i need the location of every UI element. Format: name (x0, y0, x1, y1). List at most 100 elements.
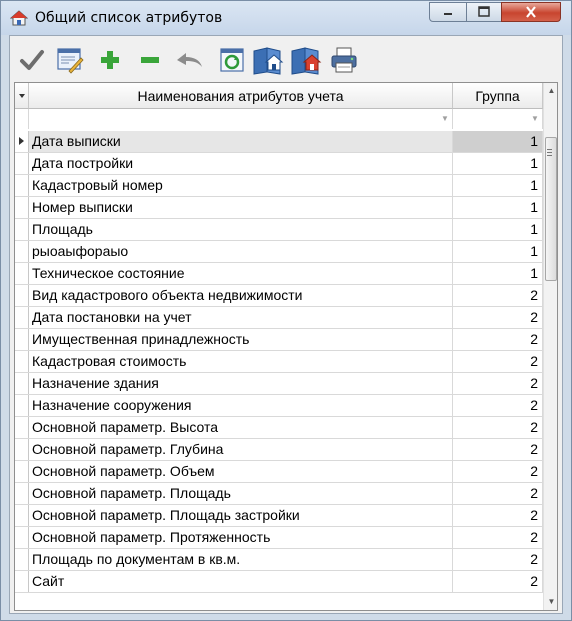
row-indicator[interactable] (15, 395, 29, 416)
cell-group[interactable]: 2 (453, 461, 543, 482)
cell-attribute-name[interactable]: Кадастровая стоимость (29, 351, 453, 372)
table-row[interactable]: Основной параметр. Высота 2 (15, 417, 543, 439)
maximize-button[interactable] (466, 2, 502, 22)
cell-attribute-name[interactable]: Назначение здания (29, 373, 453, 394)
undo-button[interactable] (174, 44, 206, 76)
cell-group[interactable]: 1 (453, 175, 543, 196)
cell-attribute-name[interactable]: Номер выписки (29, 197, 453, 218)
table-row[interactable]: Вид кадастрового объекта недвижимости 2 (15, 285, 543, 307)
filter-name-field[interactable]: ▼ (29, 109, 453, 129)
cell-attribute-name[interactable]: Сайт (29, 571, 453, 592)
cell-group[interactable]: 1 (453, 263, 543, 284)
row-indicator[interactable] (15, 219, 29, 240)
cell-attribute-name[interactable]: Основной параметр. Высота (29, 417, 453, 438)
cell-attribute-name[interactable]: Дата постройки (29, 153, 453, 174)
row-indicator[interactable] (15, 571, 29, 592)
close-button[interactable] (501, 2, 561, 22)
book-export-button[interactable] (252, 44, 284, 76)
scroll-down-icon[interactable]: ▼ (544, 594, 557, 610)
row-indicator[interactable] (15, 505, 29, 526)
cell-attribute-name[interactable]: Основной параметр. Площадь застройки (29, 505, 453, 526)
row-indicator[interactable] (15, 263, 29, 284)
table-row[interactable]: Техническое состояние 1 (15, 263, 543, 285)
row-indicator[interactable] (15, 483, 29, 504)
row-indicator[interactable] (15, 241, 29, 262)
row-indicator[interactable] (15, 197, 29, 218)
row-indicator[interactable] (15, 175, 29, 196)
refresh-button[interactable] (216, 44, 248, 76)
cell-attribute-name[interactable]: Назначение сооружения (29, 395, 453, 416)
cell-group[interactable]: 2 (453, 483, 543, 504)
cell-attribute-name[interactable]: Основной параметр. Глубина (29, 439, 453, 460)
vertical-scrollbar[interactable]: ▲ ▼ (543, 83, 557, 610)
table-row[interactable]: Основной параметр. Площадь 2 (15, 483, 543, 505)
cell-group[interactable]: 2 (453, 549, 543, 570)
cell-group[interactable]: 2 (453, 527, 543, 548)
table-row[interactable]: Номер выписки 1 (15, 197, 543, 219)
row-indicator[interactable] (15, 439, 29, 460)
filter-dropdown-icon[interactable]: ▼ (440, 113, 450, 125)
table-row[interactable]: Кадастровый номер 1 (15, 175, 543, 197)
cell-group[interactable]: 2 (453, 285, 543, 306)
row-indicator[interactable] (15, 131, 29, 152)
cell-group[interactable]: 2 (453, 351, 543, 372)
row-indicator[interactable] (15, 417, 29, 438)
cell-group[interactable]: 2 (453, 439, 543, 460)
cell-attribute-name[interactable]: Основной параметр. Площадь (29, 483, 453, 504)
cell-attribute-name[interactable]: Основной параметр. Протяженность (29, 527, 453, 548)
minimize-button[interactable] (429, 2, 467, 22)
table-row[interactable]: Дата выписки 1 (15, 131, 543, 153)
table-row[interactable]: рыоаыфораыо 1 (15, 241, 543, 263)
cell-group[interactable]: 2 (453, 571, 543, 592)
cell-group[interactable]: 2 (453, 505, 543, 526)
filter-group-field[interactable]: ▼ (453, 109, 543, 129)
column-header-name[interactable]: Наименования атрибутов учета (29, 83, 453, 109)
print-button[interactable] (328, 44, 360, 76)
cell-group[interactable]: 1 (453, 241, 543, 262)
cell-group[interactable]: 2 (453, 417, 543, 438)
row-indicator[interactable] (15, 527, 29, 548)
title-bar[interactable]: Общий список атрибутов (1, 1, 571, 35)
cell-group[interactable]: 2 (453, 329, 543, 350)
table-row[interactable]: Площадь 1 (15, 219, 543, 241)
table-row[interactable]: Назначение сооружения 2 (15, 395, 543, 417)
cell-group[interactable]: 2 (453, 373, 543, 394)
table-row[interactable]: Основной параметр. Площадь застройки 2 (15, 505, 543, 527)
cell-group[interactable]: 2 (453, 395, 543, 416)
table-row[interactable]: Имущественная принадлежность 2 (15, 329, 543, 351)
table-row[interactable]: Площадь по документам в кв.м. 2 (15, 549, 543, 571)
table-row[interactable]: Основной параметр. Протяженность 2 (15, 527, 543, 549)
cell-attribute-name[interactable]: Кадастровый номер (29, 175, 453, 196)
cell-attribute-name[interactable]: Площадь по документам в кв.м. (29, 549, 453, 570)
table-row[interactable]: Назначение здания 2 (15, 373, 543, 395)
remove-button[interactable] (134, 44, 166, 76)
edit-button[interactable] (54, 44, 86, 76)
cell-group[interactable]: 1 (453, 153, 543, 174)
cell-group[interactable]: 1 (453, 197, 543, 218)
cell-group[interactable]: 1 (453, 219, 543, 240)
scrollbar-thumb[interactable] (545, 137, 557, 281)
table-row[interactable]: Дата постройки 1 (15, 153, 543, 175)
cell-attribute-name[interactable]: Площадь (29, 219, 453, 240)
add-button[interactable] (94, 44, 126, 76)
cell-group[interactable]: 1 (453, 131, 543, 152)
cell-attribute-name[interactable]: Дата постановки на учет (29, 307, 453, 328)
row-indicator[interactable] (15, 461, 29, 482)
cell-attribute-name[interactable]: Вид кадастрового объекта недвижимости (29, 285, 453, 306)
table-row[interactable]: Дата постановки на учет 2 (15, 307, 543, 329)
row-indicator[interactable] (15, 549, 29, 570)
filter-dropdown-icon[interactable]: ▼ (530, 113, 540, 125)
table-row[interactable]: Кадастровая стоимость 2 (15, 351, 543, 373)
row-indicator[interactable] (15, 351, 29, 372)
table-row[interactable]: Основной параметр. Глубина 2 (15, 439, 543, 461)
cell-group[interactable]: 2 (453, 307, 543, 328)
cell-attribute-name[interactable]: Имущественная принадлежность (29, 329, 453, 350)
table-row[interactable]: Основной параметр. Объем 2 (15, 461, 543, 483)
cell-attribute-name[interactable]: Техническое состояние (29, 263, 453, 284)
row-indicator[interactable] (15, 307, 29, 328)
row-indicator[interactable] (15, 285, 29, 306)
scroll-up-icon[interactable]: ▲ (544, 83, 557, 99)
row-indicator[interactable] (15, 329, 29, 350)
row-indicator[interactable] (15, 373, 29, 394)
table-row[interactable]: Сайт 2 (15, 571, 543, 593)
